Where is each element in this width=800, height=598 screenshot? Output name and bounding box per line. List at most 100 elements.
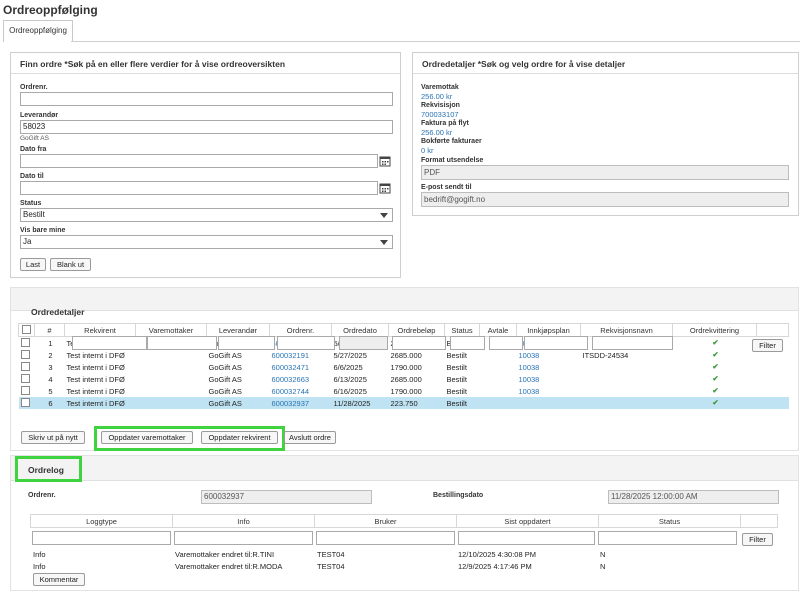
cell-plan[interactable]: 10038: [517, 349, 581, 361]
row-checkbox[interactable]: [19, 337, 35, 350]
log-filter-input[interactable]: [598, 531, 737, 545]
filter-input[interactable]: [72, 336, 147, 350]
last-button[interactable]: Last: [20, 258, 46, 271]
cell-ordrenr[interactable]: 600032471: [270, 361, 332, 373]
col-header[interactable]: Leverandør: [206, 323, 270, 337]
col-header[interactable]: Ordredato: [331, 323, 389, 337]
row-checkbox[interactable]: [19, 349, 35, 361]
log-col-header[interactable]: Bruker: [314, 514, 457, 528]
col-header[interactable]: Varemottaker: [135, 323, 207, 337]
faktura-value[interactable]: 256.00 kr: [421, 128, 452, 137]
log-filter-button[interactable]: Filter: [742, 533, 773, 546]
log-filter-input[interactable]: [316, 531, 455, 545]
col-header[interactable]: Ordrekvittering: [672, 323, 757, 337]
kommentar-button[interactable]: Kommentar: [33, 573, 85, 586]
dato-fra-label: Dato fra: [20, 146, 47, 153]
log-col-header[interactable]: Loggtype: [30, 514, 173, 528]
calendar-icon[interactable]: [378, 181, 392, 195]
col-header[interactable]: Rekvisjonsnavn: [580, 323, 673, 337]
col-header[interactable]: #: [34, 323, 65, 337]
cell-ordrenr[interactable]: 600032663: [270, 373, 332, 385]
bestillingsdato-field: 11/28/2025 12:00:00 AM: [608, 490, 779, 504]
select-all-checkbox[interactable]: [18, 323, 35, 337]
col-header[interactable]: Ordrebeløp: [388, 323, 445, 337]
status-select[interactable]: Bestilt: [20, 208, 393, 222]
filter-input[interactable]: [524, 336, 588, 350]
varemottak-value[interactable]: 256.00 kr: [421, 92, 452, 101]
cell-n: 3: [48, 362, 53, 372]
filter-input[interactable]: [592, 336, 673, 350]
log-cell-type: Info: [33, 562, 46, 571]
cell-status: Bestilt: [444, 397, 480, 409]
tab-ordreoppfolging[interactable]: Ordreoppfølging: [3, 20, 73, 42]
row-checkbox[interactable]: [18, 397, 35, 409]
bokforte-value[interactable]: 0 kr: [421, 146, 434, 155]
cell-plan[interactable]: 10038: [517, 361, 581, 373]
log-filter-input[interactable]: [174, 531, 313, 545]
vis-bare-mine-select[interactable]: Ja: [20, 235, 393, 249]
log-header-row: Loggtype Info Bruker Sist oppdatert Stat…: [30, 514, 778, 528]
skriv-ut-button[interactable]: Skriv ut på nytt: [21, 431, 85, 444]
cell-plan[interactable]: [516, 397, 581, 409]
filter-input[interactable]: [489, 336, 523, 350]
log-col-header[interactable]: Info: [172, 514, 315, 528]
chevron-down-icon[interactable]: [380, 213, 388, 218]
chevron-down-icon[interactable]: [380, 240, 388, 245]
row-checkbox[interactable]: [19, 373, 35, 385]
leverandor-input[interactable]: 58023: [20, 120, 393, 134]
dato-fra-input[interactable]: [20, 154, 378, 168]
col-header[interactable]: Rekvirent: [64, 323, 136, 337]
ordrenr-input[interactable]: [20, 92, 393, 106]
cell-rekvirent: Test internt i DFØ: [66, 350, 125, 360]
check-icon: ✔: [712, 350, 719, 359]
cell-leverandor: GoGift AS: [208, 362, 242, 372]
filter-button[interactable]: Filter: [752, 339, 783, 352]
col-header[interactable]: Avtale: [479, 323, 517, 337]
cell-rekvnavn: ITSDD-24534: [582, 350, 629, 360]
filter-input[interactable]: [277, 336, 335, 350]
log-filter-input[interactable]: [32, 531, 171, 545]
cell-ordrenr[interactable]: 600032937: [269, 397, 332, 409]
log-col-header[interactable]: Status: [598, 514, 741, 528]
oppdater-rekvirent-button[interactable]: Oppdater rekvirent: [201, 431, 278, 444]
avslutt-ordre-button[interactable]: Avslutt ordre: [284, 431, 336, 444]
cell-avtale: [479, 397, 517, 409]
cell-varemottaker: [136, 373, 207, 385]
col-header[interactable]: Status: [444, 323, 480, 337]
table-row[interactable]: 6 Test internt i DFØ GoGift AS 600032937 11/…: [18, 397, 789, 409]
row-checkbox[interactable]: [19, 361, 35, 373]
table-row[interactable]: 4 Test internt i DFØ GoGift AS 600032663 6/1…: [19, 373, 789, 385]
filter-input[interactable]: [392, 336, 446, 350]
cell-ordrenr[interactable]: 600032191: [270, 349, 332, 361]
log-table: Loggtype Info Bruker Sist oppdatert Stat…: [30, 514, 778, 528]
table-row[interactable]: 5 Test internt i DFØ GoGift AS 600032744 6/1…: [19, 385, 789, 397]
log-cell-info: Varemottaker endret til:R.MODA: [175, 562, 283, 571]
filter-input[interactable]: [339, 336, 388, 350]
filter-input[interactable]: [218, 336, 275, 350]
cell-n: 2: [48, 350, 53, 360]
col-header[interactable]: Ordrenr.: [269, 323, 332, 337]
calendar-icon[interactable]: [378, 154, 392, 168]
oppdater-varemottaker-button[interactable]: Oppdater varemottaker: [101, 431, 193, 444]
cell-avtale: [480, 361, 517, 373]
order-details-panel: Ordredetaljer *Søk og velg ordre for å v…: [412, 52, 799, 216]
rekvisisjon-value[interactable]: 700033107: [421, 110, 459, 119]
cell-rekvirent: Test internt i DFØ: [66, 362, 125, 372]
filter-input[interactable]: [147, 336, 217, 350]
cell-leverandor: GoGift AS: [208, 374, 242, 384]
log-filter-input[interactable]: [458, 531, 595, 545]
col-header[interactable]: Innkjøpsplan: [516, 323, 581, 337]
filter-input[interactable]: [450, 336, 485, 350]
cell-plan[interactable]: 10038: [517, 385, 581, 397]
table-row[interactable]: 3 Test internt i DFØ GoGift AS 600032471 6/6…: [19, 361, 789, 373]
row-checkbox[interactable]: [19, 385, 35, 397]
page-title: Ordreoppfølging: [3, 3, 98, 17]
dato-til-input[interactable]: [20, 181, 378, 195]
table-row[interactable]: 2 Test internt i DFØ GoGift AS 600032191 5/2…: [19, 349, 789, 361]
cell-plan[interactable]: 10038: [517, 373, 581, 385]
cell-varemottaker: [136, 361, 207, 373]
cell-ordrenr[interactable]: 600032744: [270, 385, 332, 397]
blank-ut-button[interactable]: Blank ut: [50, 258, 91, 271]
orders-header-row: # Rekvirent Varemottaker Leverandør Ordr…: [18, 323, 789, 337]
log-col-header[interactable]: Sist oppdatert: [456, 514, 599, 528]
